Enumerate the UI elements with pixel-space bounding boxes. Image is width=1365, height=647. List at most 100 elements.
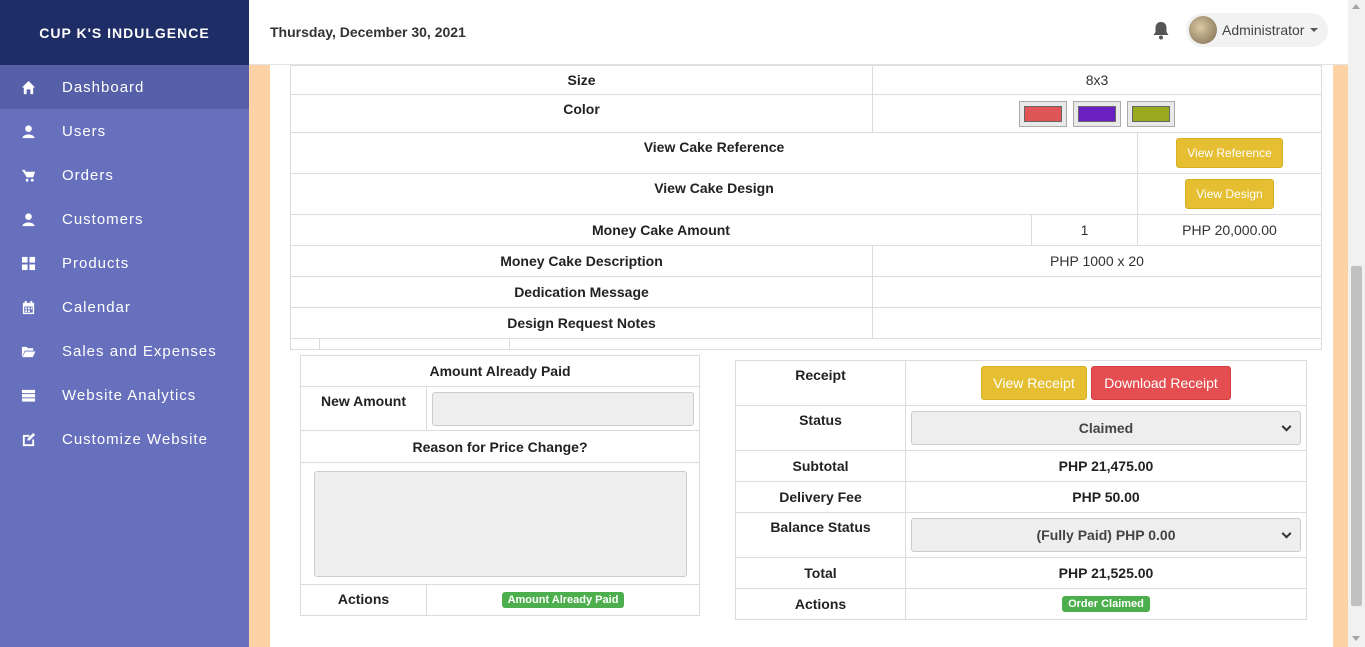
- chevron-down-icon: [1281, 421, 1292, 432]
- calendar-icon: [20, 299, 36, 315]
- summary-actions-cell: Order Claimed: [905, 588, 1307, 620]
- page-scrollbar[interactable]: [1348, 0, 1365, 647]
- money-cake-amount-value: PHP 20,000.00: [1137, 214, 1322, 246]
- sidebar-item-products[interactable]: Products: [0, 241, 249, 285]
- avatar: [1189, 16, 1217, 44]
- subtotal-label: Subtotal: [735, 450, 906, 482]
- edit-icon: [20, 431, 36, 447]
- price-actions-label: Actions: [300, 584, 427, 616]
- bell-icon[interactable]: [1152, 21, 1170, 41]
- design-request-notes-value: [872, 307, 1322, 339]
- table-footer-cell: [290, 338, 320, 350]
- sidebar-item-calendar[interactable]: Calendar: [0, 285, 249, 329]
- sidebar-item-label: Users: [62, 122, 107, 140]
- user-icon: [20, 211, 36, 227]
- sidebar-item-customize-website[interactable]: Customize Website: [0, 417, 249, 461]
- sidebar-item-customers[interactable]: Customers: [0, 197, 249, 241]
- user-icon: [20, 123, 36, 139]
- balance-status-select[interactable]: (Fully Paid) PHP 0.00: [911, 518, 1301, 552]
- balance-status-label: Balance Status: [735, 512, 906, 558]
- reason-label: Reason for Price Change?: [300, 430, 700, 463]
- summary-actions-label: Actions: [735, 588, 906, 620]
- new-amount-label: New Amount: [300, 386, 427, 431]
- sidebar-item-label: Customize Website: [62, 430, 208, 448]
- view-design-label: View Cake Design: [290, 173, 1138, 215]
- scroll-up-arrow[interactable]: [1352, 4, 1360, 9]
- chevron-down-icon: [1281, 528, 1292, 539]
- amount-already-paid-badge[interactable]: Amount Already Paid: [501, 592, 625, 608]
- sidebar-item-label: Products: [62, 254, 130, 272]
- status-cell: Claimed: [905, 405, 1307, 451]
- color-swatches: [872, 94, 1322, 133]
- status-select-value: Claimed: [1078, 420, 1134, 436]
- sidebar: CUP K'S INDULGENCE Dashboard Users Order…: [0, 0, 249, 647]
- size-label: Size: [290, 65, 873, 95]
- total-value: PHP 21,525.00: [905, 557, 1307, 589]
- view-reference-button[interactable]: View Reference: [1176, 138, 1283, 168]
- scroll-thumb[interactable]: [1351, 266, 1362, 606]
- sidebar-item-label: Customers: [62, 210, 144, 228]
- color-label: Color: [290, 94, 873, 133]
- download-receipt-button[interactable]: Download Receipt: [1091, 366, 1231, 400]
- sidebar-item-label: Dashboard: [62, 78, 145, 96]
- color-swatch-fill: [1132, 105, 1170, 122]
- sidebar-item-sales-and-expenses[interactable]: Sales and Expenses: [0, 329, 249, 373]
- view-reference-cell: View Reference: [1137, 132, 1322, 174]
- order-details-panel: Size 8x3 Color View Cake Reference View …: [270, 65, 1333, 647]
- total-label: Total: [735, 557, 906, 589]
- dedication-message-label: Dedication Message: [290, 276, 873, 308]
- view-design-button[interactable]: View Design: [1185, 179, 1274, 209]
- sidebar-item-users[interactable]: Users: [0, 109, 249, 153]
- view-reference-label: View Cake Reference: [290, 132, 1138, 174]
- color-swatch: [1073, 100, 1121, 127]
- sidebar-item-label: Calendar: [62, 298, 131, 316]
- dedication-message-value: [872, 276, 1322, 308]
- sidebar-item-website-analytics[interactable]: Website Analytics: [0, 373, 249, 417]
- server-icon: [20, 387, 36, 403]
- view-receipt-button[interactable]: View Receipt: [981, 366, 1087, 400]
- subtotal-value: PHP 21,475.00: [905, 450, 1307, 482]
- sidebar-item-label: Website Analytics: [62, 386, 197, 404]
- user-menu[interactable]: Administrator: [1186, 13, 1328, 47]
- money-cake-amount-label: Money Cake Amount: [290, 214, 1032, 246]
- grid-icon: [20, 255, 36, 271]
- receipt-cell: View Receipt Download Receipt: [905, 360, 1307, 406]
- order-claimed-badge[interactable]: Order Claimed: [1062, 596, 1150, 612]
- folder-open-icon: [20, 343, 36, 359]
- color-swatch: [1019, 100, 1067, 127]
- status-label: Status: [735, 405, 906, 451]
- view-design-cell: View Design: [1137, 173, 1322, 215]
- current-date: Thursday, December 30, 2021: [270, 24, 466, 40]
- chevron-down-icon: [1310, 28, 1319, 32]
- scroll-down-arrow[interactable]: [1352, 636, 1360, 641]
- color-swatch: [1127, 100, 1175, 127]
- color-swatch-fill: [1078, 105, 1116, 122]
- content-area: Size 8x3 Color View Cake Reference View …: [249, 65, 1348, 647]
- table-footer-cell: [319, 338, 510, 350]
- money-cake-description-label: Money Cake Description: [290, 245, 873, 277]
- new-amount-cell: [426, 386, 700, 431]
- cart-icon: [20, 167, 36, 183]
- home-icon: [20, 79, 36, 95]
- reason-textarea[interactable]: [313, 470, 687, 577]
- sidebar-item-orders[interactable]: Orders: [0, 153, 249, 197]
- balance-status-cell: (Fully Paid) PHP 0.00: [905, 512, 1307, 558]
- balance-status-value: (Fully Paid) PHP 0.00: [1036, 527, 1176, 543]
- money-cake-quantity: 1: [1031, 214, 1138, 246]
- status-select[interactable]: Claimed: [911, 411, 1301, 445]
- amount-already-paid-title: Amount Already Paid: [300, 355, 700, 387]
- delivery-fee-value: PHP 50.00: [905, 481, 1307, 513]
- price-actions-cell: Amount Already Paid: [426, 584, 700, 616]
- brand-title: CUP K'S INDULGENCE: [0, 0, 249, 65]
- color-swatch-fill: [1024, 105, 1062, 122]
- topbar: Thursday, December 30, 2021 Administrato…: [249, 0, 1348, 65]
- new-amount-input[interactable]: [432, 391, 694, 426]
- sidebar-item-label: Orders: [62, 166, 114, 184]
- receipt-label: Receipt: [735, 360, 906, 406]
- money-cake-description-value: PHP 1000 x 20: [872, 245, 1322, 277]
- reason-cell: [300, 462, 700, 585]
- table-footer-cell: [509, 338, 1322, 350]
- sidebar-item-dashboard[interactable]: Dashboard: [0, 65, 249, 109]
- user-name: Administrator: [1222, 22, 1305, 38]
- size-value: 8x3: [872, 65, 1322, 95]
